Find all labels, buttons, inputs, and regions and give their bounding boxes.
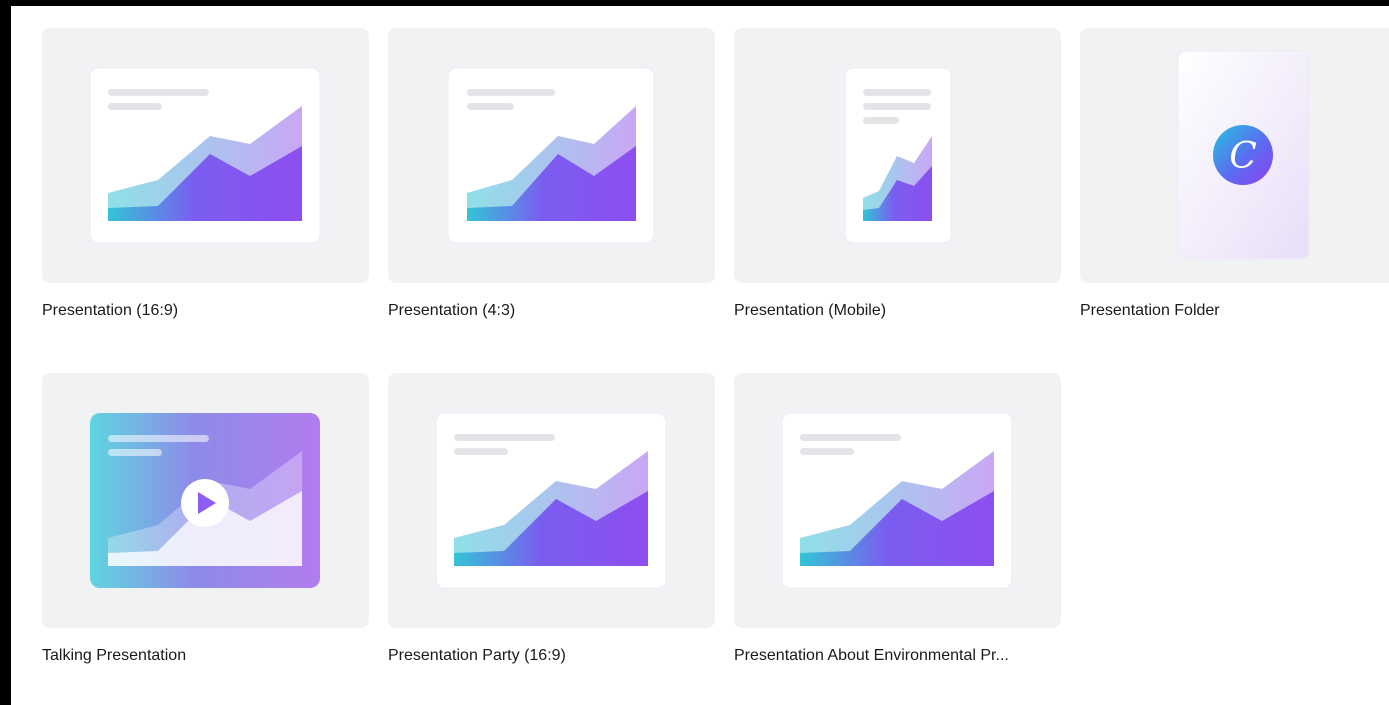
canva-logo-card-icon: C (1177, 50, 1310, 260)
template-label[interactable]: Talking Presentation (42, 646, 369, 666)
template-thumbnail[interactable] (734, 373, 1061, 628)
presentation-chart-icon (435, 412, 667, 589)
template-label[interactable]: Presentation (Mobile) (734, 301, 1061, 321)
template-label[interactable]: Presentation Party (16:9) (388, 646, 715, 666)
presentation-chart-icon (844, 67, 952, 244)
canvas-frame: Presentation (16:9) Presentation (4:3) P… (0, 0, 1389, 705)
template-label[interactable]: Presentation (16:9) (42, 301, 369, 321)
presentation-chart-icon (781, 412, 1013, 589)
template-thumbnail[interactable] (42, 373, 369, 628)
template-thumbnail[interactable] (388, 28, 715, 283)
template-label[interactable]: Presentation (4:3) (388, 301, 715, 321)
template-thumbnail[interactable] (42, 28, 369, 283)
presentation-chart-icon (89, 67, 321, 244)
template-label[interactable]: Presentation About Environmental Pr... (734, 646, 1061, 666)
template-thumbnail[interactable]: C (1080, 28, 1389, 283)
canva-logo-letter: C (1229, 136, 1257, 177)
template-thumbnail[interactable] (734, 28, 1061, 283)
presentation-chart-icon (447, 67, 655, 244)
template-grid: Presentation (16:9) Presentation (4:3) P… (11, 6, 1389, 705)
template-label[interactable]: Presentation Folder (1080, 301, 1389, 321)
presentation-video-play-icon (90, 413, 320, 588)
template-thumbnail[interactable] (388, 373, 715, 628)
